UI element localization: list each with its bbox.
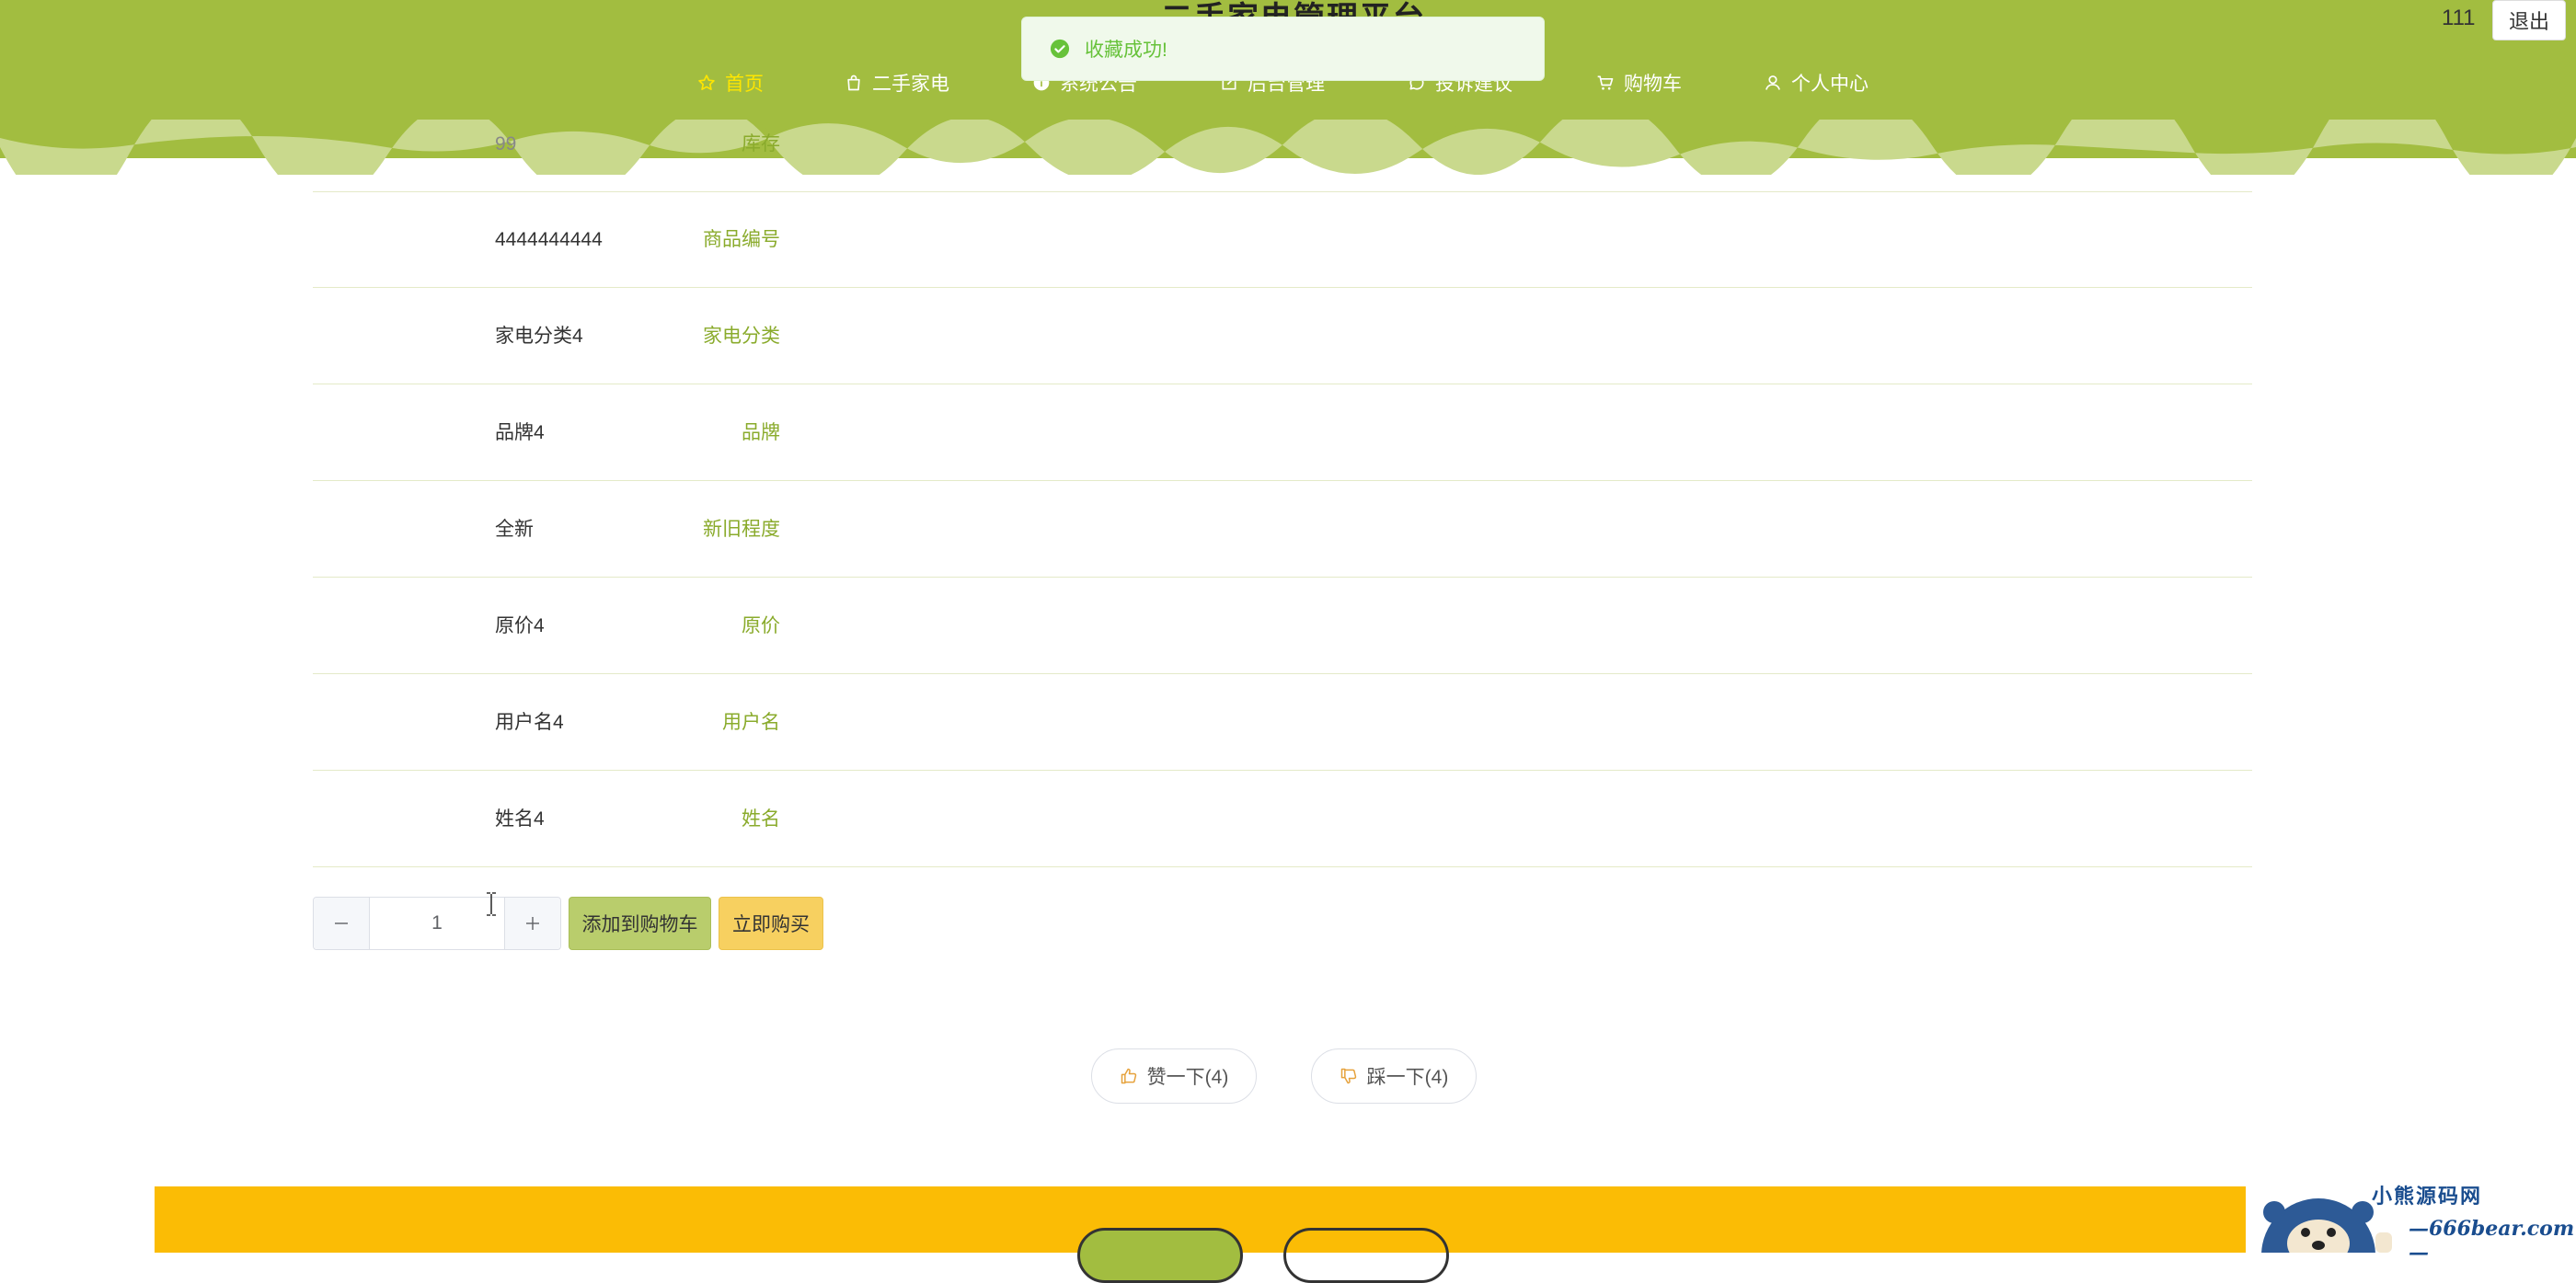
plus-icon <box>526 917 539 930</box>
detail-row-stock: 库存 99 <box>313 97 2252 192</box>
detail-value: 全新 <box>495 519 534 540</box>
quantity-stepper <box>313 897 561 950</box>
detail-value: 99 <box>495 133 517 155</box>
nav-item-cart[interactable]: 购物车 <box>1596 66 1682 99</box>
bottom-yellow-section <box>155 1186 2246 1283</box>
detail-row-brand: 品牌 品牌4 <box>313 385 2252 481</box>
detail-value: 品牌4 <box>495 422 545 443</box>
detail-label: 姓名 <box>742 808 780 830</box>
minus-icon <box>335 922 348 924</box>
detail-label: 新旧程度 <box>703 519 780 540</box>
detail-label: 品牌 <box>742 422 780 443</box>
detail-value: 用户名4 <box>495 712 564 733</box>
quantity-increase-button[interactable] <box>504 898 560 949</box>
detail-row-username: 用户名 用户名4 <box>313 675 2252 771</box>
like-button[interactable]: 赞一下(4) <box>1091 1048 1257 1104</box>
nav-item-label: 个人中心 <box>1791 74 1869 95</box>
thumbs-down-icon <box>1340 1068 1356 1084</box>
watermark-title: 小熊源码网 <box>2372 1185 2483 1209</box>
detail-row-category: 家电分类 家电分类4 <box>313 289 2252 384</box>
text-cursor-icon <box>487 892 496 916</box>
nav-item-label: 二手家电 <box>872 74 949 95</box>
detail-value: 4444444444 <box>495 229 603 250</box>
toast-message: 收藏成功! <box>1085 40 1167 61</box>
cart-icon <box>1597 75 1614 90</box>
detail-row-condition: 新旧程度 全新 <box>313 482 2252 578</box>
success-toast: 收藏成功! <box>1021 17 1545 81</box>
detail-label: 库存 <box>742 133 780 155</box>
nav-item-appliances[interactable]: 二手家电 <box>845 66 949 99</box>
bottom-tab[interactable] <box>1283 1228 1449 1283</box>
star-icon <box>698 74 715 90</box>
detail-row-real-name: 姓名 姓名4 <box>313 772 2252 867</box>
detail-row-original-price: 原价 原价4 <box>313 578 2252 674</box>
dislike-button[interactable]: 踩一下(4) <box>1311 1048 1477 1104</box>
detail-value: 家电分类4 <box>495 326 583 347</box>
buy-now-button[interactable]: 立即购买 <box>719 897 823 950</box>
like-label: 赞一下(4) <box>1146 1067 1229 1088</box>
current-user-name: 111 <box>2442 6 2476 30</box>
bag-icon <box>847 74 860 91</box>
nav-item-home[interactable]: 首页 <box>697 66 764 99</box>
thumbs-up-icon <box>1121 1068 1136 1084</box>
detail-row-product-code: 商品编号 4444444444 <box>313 192 2252 288</box>
nav-item-profile[interactable]: 个人中心 <box>1764 66 1869 99</box>
quantity-decrease-button[interactable] <box>314 898 370 949</box>
add-to-cart-button[interactable]: 添加到购物车 <box>569 897 711 950</box>
nav-item-label: 首页 <box>725 74 764 95</box>
nav-item-label: 购物车 <box>1624 74 1682 95</box>
detail-label: 原价 <box>742 615 780 636</box>
user-icon <box>1765 75 1780 90</box>
detail-value: 姓名4 <box>495 808 545 830</box>
watermark-url: —666bear.com— <box>2409 1217 2575 1265</box>
success-check-icon <box>1050 39 1070 59</box>
dislike-label: 踩一下(4) <box>1366 1067 1449 1088</box>
detail-value: 原价4 <box>495 615 545 636</box>
bottom-tab-active[interactable] <box>1077 1228 1243 1283</box>
logout-button[interactable]: 退出 <box>2492 0 2566 40</box>
